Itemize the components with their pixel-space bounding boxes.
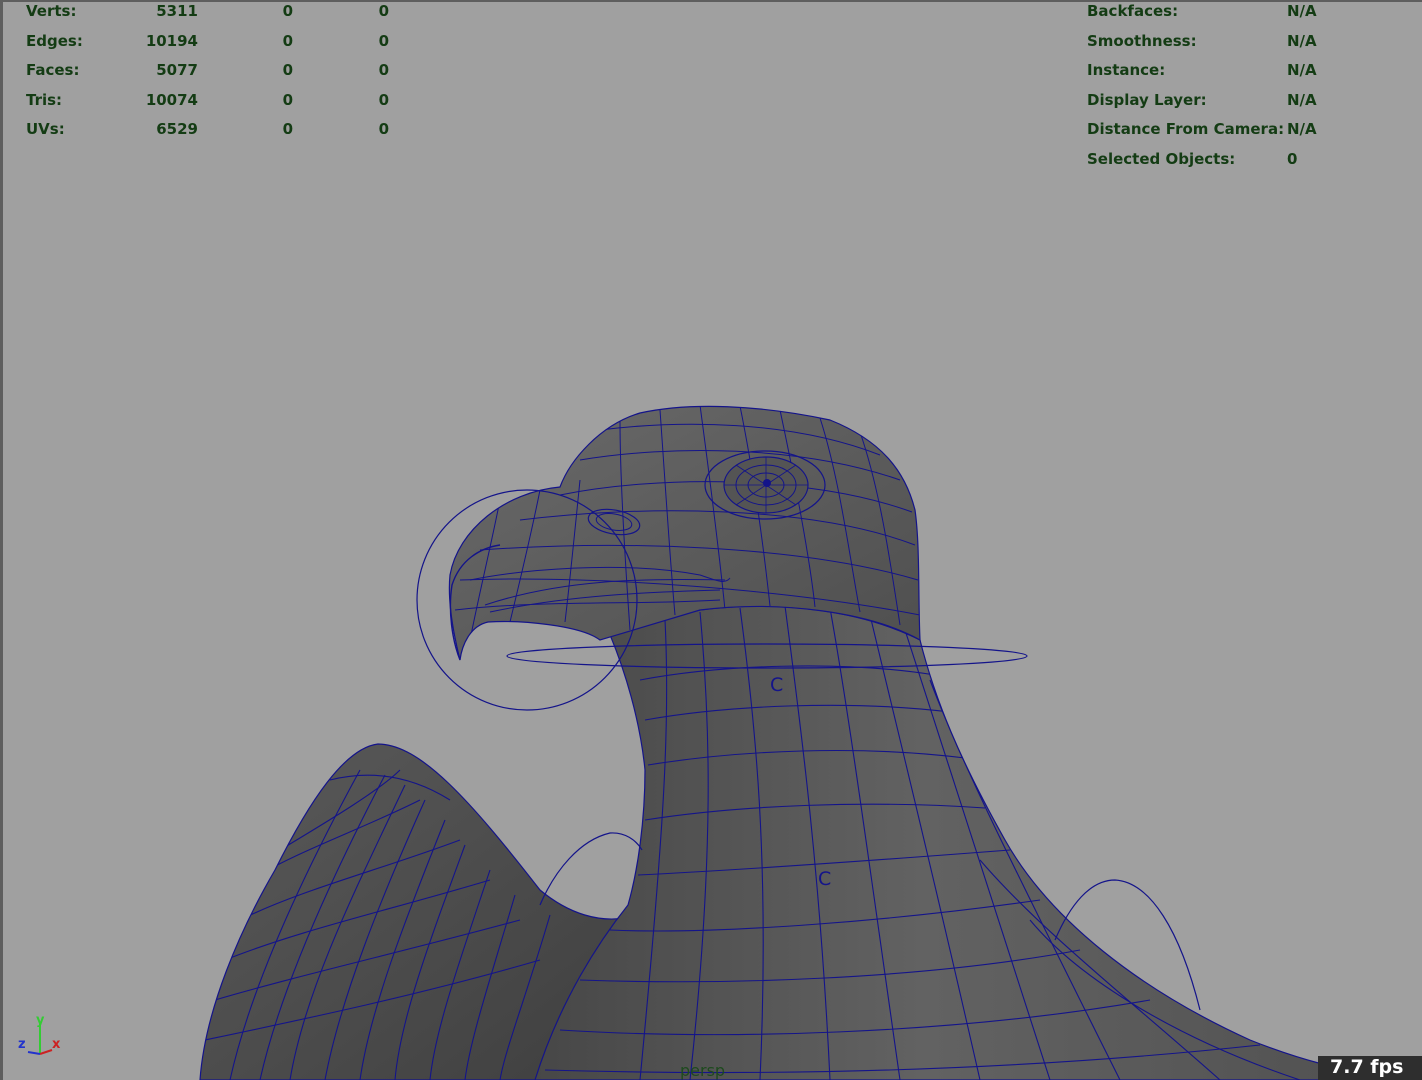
object-detail-value: N/A	[1287, 90, 1317, 109]
object-detail-row: Display Layer: N/A	[1087, 86, 1387, 116]
poly-count-label: Faces:	[26, 61, 80, 80]
poly-count-value: 0	[282, 120, 293, 139]
poly-count-hud: Verts: 5311 0 0 Edges: 10194 0 0 Faces: 5077 0 0 Tri…	[26, 0, 406, 145]
poly-count-value: 0	[282, 31, 293, 50]
poly-count-row: Verts: 5311 0 0	[26, 0, 406, 27]
object-detail-row: Instance: N/A	[1087, 56, 1387, 86]
view-axis-icon: y z x	[18, 1013, 61, 1055]
camera-name-label: persp	[680, 1061, 726, 1080]
object-detail-value: N/A	[1287, 2, 1317, 20]
object-detail-label: Display Layer:	[1087, 90, 1207, 109]
poly-count-row: Tris: 10074 0 0	[26, 86, 406, 116]
fps-value: 7.7 fps	[1330, 1056, 1404, 1078]
object-detail-label: Backfaces:	[1087, 2, 1179, 20]
neck-lower-control-label: C	[818, 868, 831, 890]
poly-count-label: UVs:	[26, 120, 65, 139]
fps-display: 7.7 fps	[1318, 1056, 1422, 1080]
axis-y-label: y	[36, 1013, 45, 1028]
axis-z-label: z	[18, 1037, 26, 1052]
object-details-hud: Backfaces: N/A Smoothness: N/A Instance: N/A D…	[1087, 0, 1387, 175]
poly-count-value: 0	[378, 61, 389, 80]
poly-count-value: 0	[282, 61, 293, 80]
object-detail-row: Smoothness: N/A	[1087, 27, 1387, 57]
poly-count-value: 0	[378, 90, 389, 109]
object-detail-value: N/A	[1287, 120, 1317, 139]
poly-count-label: Verts:	[26, 2, 77, 20]
poly-count-value: 6529	[156, 120, 198, 139]
poly-count-value: 10074	[145, 90, 198, 109]
axis-x-label: x	[52, 1037, 61, 1052]
body-mesh	[534, 605, 1401, 1080]
poly-count-value: 0	[378, 2, 389, 20]
object-detail-row: Backfaces: N/A	[1087, 0, 1387, 27]
poly-count-value: 0	[378, 31, 389, 50]
object-detail-label: Distance From Camera:	[1087, 120, 1285, 139]
poly-count-row: Faces: 5077 0 0	[26, 56, 406, 86]
poly-count-row: UVs: 6529 0 0	[26, 115, 406, 145]
poly-count-value: 0	[282, 2, 293, 20]
object-detail-value: N/A	[1287, 61, 1317, 80]
poly-count-label: Edges:	[26, 31, 83, 50]
shoulder-control-left[interactable]	[539, 832, 643, 906]
object-detail-label: Instance:	[1087, 61, 1166, 80]
poly-count-row: Edges: 10194 0 0	[26, 27, 406, 57]
poly-count-label: Tris:	[26, 90, 63, 109]
poly-count-value: 5311	[156, 2, 198, 20]
object-detail-label: Smoothness:	[1087, 31, 1197, 50]
perspective-viewport[interactable]: C C Verts: 5311 0 0 Edges: 10194 0 0 Faces: 5077 0…	[0, 0, 1422, 1080]
object-detail-value: 0	[1287, 149, 1298, 168]
object-detail-row: Distance From Camera: N/A	[1087, 115, 1387, 145]
neck-upper-control-label: C	[770, 674, 783, 696]
poly-count-value: 0	[282, 90, 293, 109]
object-detail-label: Selected Objects:	[1087, 149, 1236, 168]
object-detail-row: Selected Objects: 0	[1087, 145, 1387, 175]
object-detail-value: N/A	[1287, 31, 1317, 50]
poly-count-value: 10194	[145, 31, 198, 50]
poly-count-value: 0	[378, 120, 389, 139]
poly-count-value: 5077	[156, 61, 198, 80]
